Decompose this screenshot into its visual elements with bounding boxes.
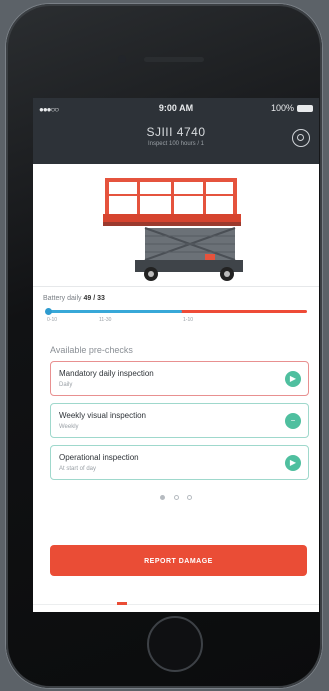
- precheck-card[interactable]: Weekly visual inspection Weekly −: [50, 403, 309, 438]
- precheck-title: Weekly visual inspection: [59, 411, 147, 420]
- machine-image: [33, 164, 319, 286]
- battery-bar-fill: [47, 310, 183, 313]
- battery-tick: 0-10: [47, 317, 58, 323]
- page-dot[interactable]: [173, 495, 179, 500]
- app-screen: ●●●○○ 9:00 AM 100% SJIII 4740 Inspect 10…: [33, 98, 319, 612]
- battery-tick: 11-30: [99, 317, 112, 323]
- front-camera: [118, 55, 126, 63]
- precheck-frequency: At start of day: [59, 466, 97, 472]
- page-dot[interactable]: [186, 495, 192, 500]
- machine-subtitle: Inspect 100 hours / 1: [147, 141, 205, 147]
- gear-icon[interactable]: [292, 129, 310, 147]
- precheck-frequency: Daily: [59, 382, 73, 388]
- precheck-title: Mandatory daily inspection: [59, 369, 154, 378]
- battery-bar: [47, 310, 307, 313]
- battery-icon: [297, 105, 313, 113]
- scissor-lift-illustration: [103, 178, 243, 281]
- active-tab-indicator: [117, 602, 127, 605]
- status-bar: ●●●○○ 9:00 AM 100%: [39, 103, 313, 115]
- earpiece-speaker: [144, 57, 204, 62]
- battery-percent: 100%: [270, 103, 294, 113]
- battery-label-text: Battery daily: [43, 295, 82, 302]
- battery-marker: [45, 308, 52, 315]
- status-battery: 100%: [271, 103, 313, 113]
- minus-icon[interactable]: −: [285, 413, 301, 429]
- battery-status: Battery daily 49 / 33 0-10 11-30 1-10: [33, 286, 319, 329]
- phone-frame: ●●●○○ 9:00 AM 100% SJIII 4740 Inspect 10…: [6, 4, 322, 688]
- app-header: ●●●○○ 9:00 AM 100% SJIII 4740 Inspect 10…: [33, 98, 319, 164]
- precheck-card[interactable]: Operational inspection At start of day ▶: [50, 445, 309, 480]
- precheck-card[interactable]: Mandatory daily inspection Daily ▶: [50, 361, 309, 396]
- battery-tick: 1-10: [183, 317, 194, 323]
- tab-bar-divider: [33, 604, 319, 605]
- page-dot[interactable]: [160, 495, 166, 500]
- play-icon[interactable]: ▶: [285, 371, 301, 387]
- pagination-dots: [33, 487, 319, 500]
- precheck-title: Operational inspection: [59, 453, 139, 462]
- prechecks-title: Available pre-checks: [50, 345, 133, 355]
- machine-title: SJIII 4740: [146, 125, 206, 139]
- report-damage-button[interactable]: REPORT DAMAGE: [50, 545, 307, 576]
- battery-value: 49 / 33: [83, 295, 105, 302]
- play-icon[interactable]: ▶: [285, 455, 301, 471]
- home-button[interactable]: [147, 616, 203, 672]
- battery-label: Battery daily 49 / 33: [43, 295, 105, 302]
- precheck-frequency: Weekly: [59, 424, 79, 430]
